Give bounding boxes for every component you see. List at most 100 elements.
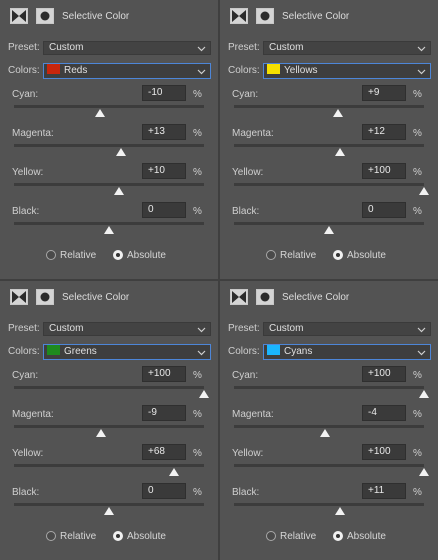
- absolute-label: Absolute: [347, 531, 386, 542]
- slider-label: Yellow:: [12, 167, 44, 178]
- slider-track[interactable]: [14, 503, 204, 506]
- slider-thumb[interactable]: [168, 468, 179, 476]
- layer-mask-icon[interactable]: [36, 289, 54, 305]
- panel-header: Selective Color: [220, 281, 438, 315]
- adjustment-layer-icon[interactable]: [230, 289, 248, 305]
- slider-label: Black:: [12, 487, 40, 498]
- slider-thumb[interactable]: [104, 226, 114, 234]
- slider-value-input[interactable]: -4: [362, 405, 406, 421]
- slider-value-input[interactable]: -9: [142, 405, 186, 421]
- preset-label: Preset:: [228, 323, 260, 334]
- absolute-radio[interactable]: [333, 250, 343, 260]
- slider-label: Cyan:: [12, 370, 39, 381]
- slider-value-input[interactable]: 0: [142, 483, 186, 499]
- relative-radio[interactable]: [46, 531, 56, 541]
- slider-thumb[interactable]: [104, 507, 114, 515]
- slider-track[interactable]: [234, 144, 424, 147]
- slider-thumb[interactable]: [335, 148, 346, 156]
- slider-label: Yellow:: [12, 448, 44, 459]
- preset-label: Preset:: [228, 42, 260, 53]
- relative-label: Relative: [60, 531, 97, 542]
- colors-dropdown[interactable]: Greens: [43, 344, 211, 360]
- slider-label: Black:: [12, 206, 40, 217]
- slider-thumb[interactable]: [199, 390, 209, 398]
- relative-radio[interactable]: [46, 250, 56, 260]
- panel-title: Selective Color: [282, 292, 350, 303]
- slider-value-input[interactable]: -10: [142, 85, 186, 101]
- slider-thumb[interactable]: [324, 226, 334, 234]
- layer-mask-icon[interactable]: [256, 289, 274, 305]
- slider-thumb[interactable]: [334, 507, 345, 515]
- slider-track[interactable]: [234, 105, 424, 108]
- slider-track[interactable]: [234, 503, 424, 506]
- slider-thumb[interactable]: [419, 390, 429, 398]
- color-swatch: [267, 345, 280, 356]
- layer-mask-icon[interactable]: [36, 8, 54, 24]
- preset-dropdown[interactable]: Custom: [263, 322, 431, 336]
- preset-label: Preset:: [8, 323, 40, 334]
- slider-value-input[interactable]: +13: [142, 124, 186, 140]
- slider-value-input[interactable]: +100: [362, 163, 406, 179]
- adjustment-layer-icon[interactable]: [10, 8, 28, 24]
- chevron-down-icon: [197, 69, 206, 75]
- slider-track[interactable]: [14, 105, 204, 108]
- slider-thumb[interactable]: [419, 187, 429, 195]
- slider-value-input[interactable]: +68: [142, 444, 186, 460]
- colors-dropdown[interactable]: Cyans: [263, 344, 431, 360]
- slider-value-input[interactable]: +100: [362, 366, 406, 382]
- slider-value-input[interactable]: +100: [142, 366, 186, 382]
- preset-dropdown[interactable]: Custom: [43, 322, 211, 336]
- relative-radio[interactable]: [266, 531, 276, 541]
- adjustment-layer-icon[interactable]: [230, 8, 248, 24]
- chevron-down-icon: [417, 327, 426, 333]
- colors-dropdown[interactable]: Reds: [43, 63, 211, 79]
- slider-value-input[interactable]: 0: [142, 202, 186, 218]
- adjustment-layer-icon[interactable]: [10, 289, 28, 305]
- slider-track[interactable]: [14, 386, 204, 389]
- colors-dropdown[interactable]: Yellows: [263, 63, 431, 79]
- slider-track[interactable]: [14, 222, 204, 225]
- absolute-radio[interactable]: [113, 531, 123, 541]
- percent-unit: %: [413, 167, 422, 178]
- slider-thumb[interactable]: [419, 468, 429, 476]
- percent-unit: %: [413, 487, 422, 498]
- colors-label: Colors:: [228, 346, 260, 357]
- absolute-label: Absolute: [127, 531, 166, 542]
- slider-track[interactable]: [14, 425, 204, 428]
- percent-unit: %: [413, 206, 422, 217]
- panel-title: Selective Color: [62, 292, 130, 303]
- slider-thumb[interactable]: [332, 109, 343, 117]
- slider-label: Magenta:: [12, 409, 54, 420]
- layer-mask-icon[interactable]: [256, 8, 274, 24]
- colors-value: Cyans: [284, 346, 313, 357]
- slider-thumb[interactable]: [94, 109, 105, 117]
- absolute-radio[interactable]: [113, 250, 123, 260]
- slider-track[interactable]: [234, 425, 424, 428]
- color-swatch: [267, 64, 280, 75]
- slider-track[interactable]: [234, 386, 424, 389]
- preset-label: Preset:: [8, 42, 40, 53]
- slider-value-input[interactable]: +12: [362, 124, 406, 140]
- relative-radio[interactable]: [266, 250, 276, 260]
- slider-track[interactable]: [14, 144, 204, 147]
- slider-value-input[interactable]: +10: [142, 163, 186, 179]
- panel-header: Selective Color: [0, 281, 218, 315]
- slider-track[interactable]: [234, 183, 424, 186]
- selective-color-panel: Selective Color Preset: Custom Colors: Reds C…: [0, 0, 218, 279]
- slider-value-input[interactable]: 0: [362, 202, 406, 218]
- slider-value-input[interactable]: +11: [362, 483, 406, 499]
- absolute-radio[interactable]: [333, 531, 343, 541]
- slider-value-input[interactable]: +9: [362, 85, 406, 101]
- preset-dropdown[interactable]: Custom: [263, 41, 431, 55]
- preset-dropdown[interactable]: Custom: [43, 41, 211, 55]
- slider-label: Magenta:: [12, 128, 54, 139]
- slider-track[interactable]: [14, 183, 204, 186]
- slider-track[interactable]: [234, 222, 424, 225]
- slider-thumb[interactable]: [320, 429, 331, 437]
- slider-value-input[interactable]: +100: [362, 444, 406, 460]
- slider-thumb[interactable]: [113, 187, 124, 195]
- slider-track[interactable]: [14, 464, 204, 467]
- slider-thumb[interactable]: [95, 429, 106, 437]
- slider-track[interactable]: [234, 464, 424, 467]
- slider-thumb[interactable]: [116, 148, 127, 156]
